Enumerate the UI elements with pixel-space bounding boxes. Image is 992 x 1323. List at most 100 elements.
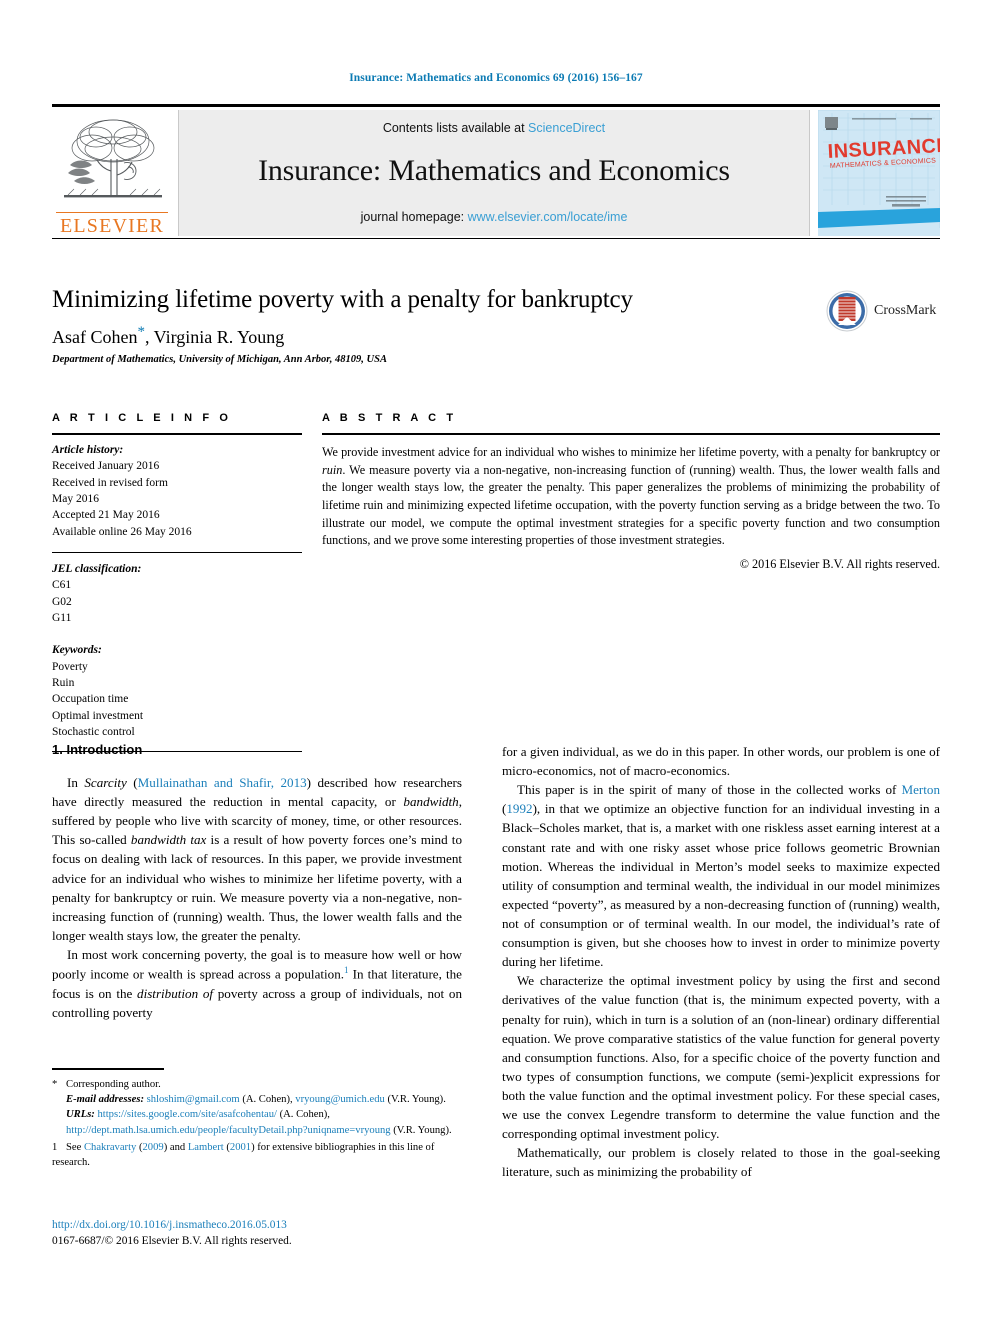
elsevier-tree-icon [64,119,162,198]
article-history-heading: Article history: [52,444,124,456]
journal-cover-thumbnail: INSURANCE MATHEMATICS & ECONOMICS [818,110,940,236]
para-lead: This paper is in the spirit of many of t… [517,782,902,798]
footnote-marker: * [52,1078,58,1090]
doi-link[interactable]: http://dx.doi.org/10.1016/j.insmatheco.2… [52,1218,472,1234]
citation-link[interactable]: Merton [901,782,940,797]
para-text: is a result of how poverty forces one’s … [52,832,462,943]
abstract-copyright: © 2016 Elsevier B.V. All rights reserved… [739,557,940,572]
author-url-2[interactable]: http://dept.math.lsa.umich.edu/people/fa… [66,1125,391,1136]
journal-title: Insurance: Mathematics and Economics [258,154,730,187]
citation-year-link[interactable]: 2009 [143,1142,164,1153]
para-italic: distribution of [137,985,214,1001]
citation-year-link[interactable]: 2001 [230,1142,251,1153]
footnote-rule [52,1068,164,1070]
author-list: Asaf Cohen*, Virginia R. Young [52,324,812,348]
keyword-item: Stochastic control [52,725,135,738]
paper-page: Insurance: Mathematics and Economics 69 … [0,0,992,1323]
body-left-column: 1. Introduction In Scarcity (Mullainatha… [52,742,462,1022]
email-link-1[interactable]: shloshim@gmail.com [147,1094,240,1105]
paragraph: We characterize the optimal investment p… [502,973,940,1142]
para-italic: bandwidth [403,794,459,810]
abstract-text: We provide investment advice for an indi… [322,444,940,550]
history-item: May 2016 [52,492,99,505]
history-item: Available online 26 May 2016 [52,525,192,538]
crossmark-badge[interactable]: CrossMark [826,288,938,334]
para-lead: In [67,775,85,790]
paragraph: Mathematically, our problem is closely r… [502,1145,940,1180]
footnote-block: * Corresponding author. E-mail addresses:… [52,1068,464,1171]
corresponding-author-note: * Corresponding author. [52,1077,464,1092]
citation-year-link[interactable]: 1992 [506,801,532,816]
author-url-1[interactable]: https://sites.google.com/site/asafcohent… [98,1109,277,1120]
email-owner-2: (V.R. Young). [387,1093,446,1105]
footnote-text: ) and [163,1141,188,1153]
abstract-part-1: We provide investment advice for an indi… [322,445,940,459]
para-italic: Scarcity [84,775,127,790]
keyword-item: Occupation time [52,693,129,706]
email-note: E-mail addresses: shloshim@gmail.com (A.… [52,1092,464,1107]
masthead-panel: Contents lists available at ScienceDirec… [178,110,810,236]
keyword-item: Poverty [52,660,88,673]
journal-masthead: ELSEVIER Contents lists available at Sci… [52,104,940,236]
sciencedirect-link[interactable]: ScienceDirect [528,121,605,135]
para-text: ), in that we optimize an objective func… [502,801,940,970]
keywords-group: Keywords: Poverty Ruin Occupation time O… [52,642,302,740]
abstract-column: A B S T R A C T We provide investment ad… [322,412,940,572]
body-right-column: for a given individual, as we do in this… [502,742,940,1182]
crossmark-label: CrossMark [874,303,937,318]
article-info-column: A R T I C L E I N F O Article history: R… [52,412,302,753]
history-item: Received January 2016 [52,460,160,473]
article-info-divider [52,551,302,553]
paragraph: In Scarcity (Mullainathan and Shafir, 20… [52,773,462,945]
abstract-part-2: . We measure poverty via a non-negative,… [322,462,940,548]
journal-homepage-link[interactable]: www.elsevier.com/locate/ime [468,210,628,224]
jel-group: JEL classification: C61 G02 G11 [52,561,302,626]
footnote-number: 1 [52,1141,58,1153]
keyword-item: Optimal investment [52,709,144,722]
numbered-footnote-1: 1 See Chakravarty (2009) and Lambert (200… [52,1140,464,1171]
jel-code: G11 [52,611,72,624]
citation-link[interactable]: Lambert [188,1142,224,1153]
crossmark-icon [826,290,868,332]
abstract-italic-ruin: ruin [322,462,343,477]
keywords-heading: Keywords: [52,644,102,657]
paragraph: This paper is in the spirit of many of t… [502,780,940,971]
citation-link[interactable]: Mullainathan and Shafir, 2013 [138,775,307,790]
article-info-label: A R T I C L E I N F O [52,412,232,424]
url-owner-2: (V.R. Young). [393,1124,452,1136]
corresponding-author-marker[interactable]: * [137,324,145,340]
para-italic: bandwidth tax [130,832,207,848]
history-item: Accepted 21 May 2016 [52,509,160,522]
masthead-bottom-rule [52,238,940,239]
masthead-top-rule [52,104,940,107]
citation-link[interactable]: Chakravarty [84,1142,136,1153]
journal-cover-image: INSURANCE MATHEMATICS & ECONOMICS [818,110,940,236]
paragraph: for a given individual, as we do in this… [502,744,940,779]
footnote-text: See [66,1141,84,1153]
doi-block: http://dx.doi.org/10.1016/j.insmatheco.2… [52,1218,472,1250]
running-head: Insurance: Mathematics and Economics 69 … [349,72,643,84]
homepage-line: journal homepage: www.elsevier.com/locat… [179,210,809,224]
article-history-group: Article history: Received January 2016 R… [52,442,302,540]
url-owner-1: (A. Cohen), [276,1109,330,1121]
footnote-text: Corresponding author. [66,1078,161,1090]
section-heading-introduction: 1. Introduction [52,742,143,757]
abstract-label: A B S T R A C T [322,412,457,424]
email-owner-1: (A. Cohen), [239,1093,296,1105]
keyword-item: Ruin [52,676,75,689]
urls-note: URLs: https://sites.google.com/site/asaf… [52,1107,464,1138]
affiliation: Department of Mathematics, University of… [52,353,387,365]
para-text: ( [126,775,138,790]
author-first: Asaf Cohen [52,326,138,347]
author-rest: , Virginia R. Young [144,326,285,347]
elsevier-logo: ELSEVIER [52,110,172,236]
contents-line: Contents lists available at ScienceDirec… [179,121,809,135]
abstract-rule [322,433,940,435]
contents-prefix: Contents lists available at [382,121,529,135]
jel-code: C61 [52,579,72,592]
issn-copyright: 0167-6687/© 2016 Elsevier B.V. All right… [52,1234,292,1247]
email-link-2[interactable]: vryoung@umich.edu [295,1094,385,1105]
urls-label: URLs: [66,1109,95,1121]
title-block: Minimizing lifetime poverty with a penal… [52,286,812,365]
jel-code: G02 [52,595,72,608]
